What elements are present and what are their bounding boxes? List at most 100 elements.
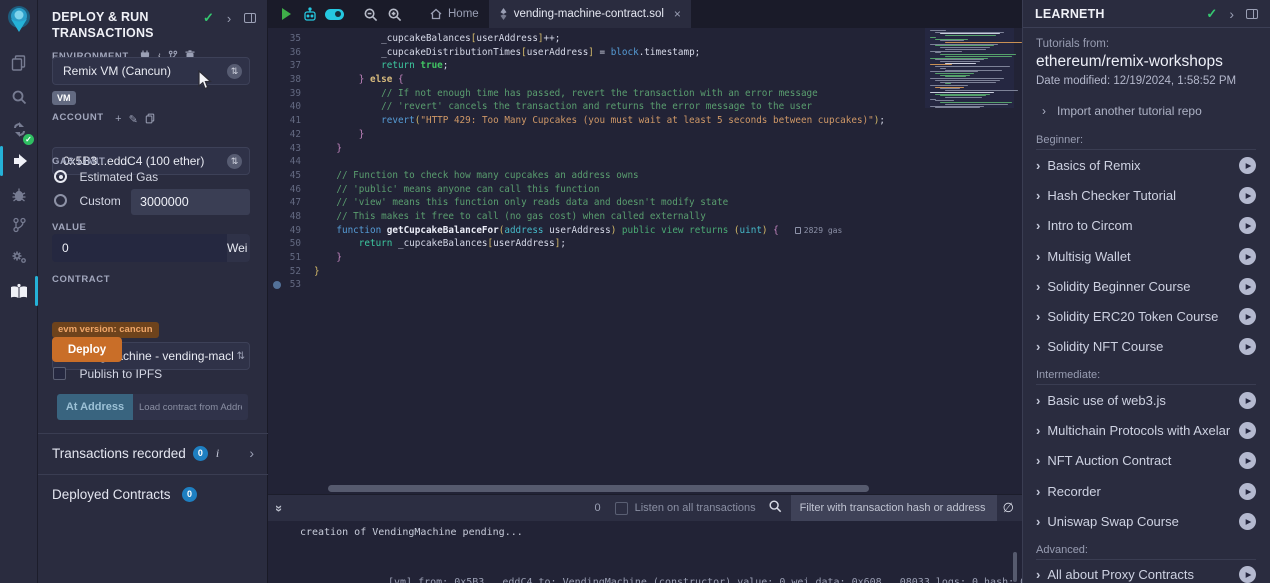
search-icon[interactable] [0, 80, 38, 114]
horizontal-scrollbar[interactable] [328, 485, 869, 492]
play-tutorial-button[interactable]: ▶ [1239, 157, 1256, 174]
panel-expand-icon[interactable]: › [227, 11, 231, 26]
play-tutorial-button[interactable]: ▶ [1239, 308, 1256, 325]
play-tutorial-button[interactable]: ▶ [1239, 217, 1256, 234]
tutorial-item[interactable]: ›Hash Checker Tutorial▶ [1036, 180, 1256, 210]
ai-copilot-icon[interactable] [298, 0, 322, 28]
panel-layout-icon[interactable] [244, 13, 256, 23]
code-line[interactable]: 44 [268, 155, 1022, 169]
tutorial-item[interactable]: ›Basics of Remix▶ [1036, 150, 1256, 180]
debugger-icon[interactable] [0, 178, 38, 212]
line-number[interactable]: 39 [268, 87, 314, 101]
code-line[interactable]: 46 // 'public' means anyone can call thi… [268, 183, 1022, 197]
tutorial-item[interactable]: ›Intro to Circom▶ [1036, 211, 1256, 241]
line-number[interactable]: 52 [268, 265, 314, 279]
line-number[interactable]: 44 [268, 155, 314, 169]
line-number[interactable]: 36 [268, 46, 314, 60]
copy-account-icon[interactable] [145, 113, 155, 124]
transactions-recorded-row[interactable]: Transactions recorded 0 i › [52, 445, 254, 461]
zoom-in-icon[interactable] [382, 0, 406, 28]
tutorial-item[interactable]: ›Recorder▶ [1036, 476, 1256, 506]
line-number[interactable]: 50 [268, 237, 314, 251]
zoom-out-icon[interactable] [358, 0, 382, 28]
play-tutorial-button[interactable]: ▶ [1239, 566, 1256, 583]
line-number[interactable]: 35 [268, 32, 314, 46]
editor-minimap[interactable] [925, 28, 1014, 108]
transactions-expand-icon[interactable]: › [249, 445, 254, 461]
solidity-compiler-icon[interactable]: ✓ [0, 112, 38, 146]
code-line[interactable]: 48 // This makes it free to call (no gas… [268, 210, 1022, 224]
line-number[interactable]: 49 [268, 224, 314, 238]
file-explorer-icon[interactable] [0, 46, 38, 80]
clear-console-icon[interactable]: ∅ [1003, 500, 1014, 516]
line-number[interactable]: 48 [268, 210, 314, 224]
custom-gas-input[interactable] [131, 189, 250, 215]
code-line[interactable]: 36 _cupcakeDistributionTimes[userAddress… [268, 46, 1022, 60]
play-tutorial-button[interactable]: ▶ [1239, 187, 1256, 204]
line-number[interactable]: 46 [268, 183, 314, 197]
tutorial-item[interactable]: ›Solidity NFT Course▶ [1036, 332, 1256, 362]
play-tutorial-button[interactable]: ▶ [1239, 452, 1256, 469]
copilot-toggle[interactable] [322, 0, 346, 28]
line-number[interactable]: 37 [268, 59, 314, 73]
value-unit-select[interactable]: Wei ⇅ [227, 234, 250, 262]
import-tutorial-row[interactable]: › Import another tutorial repo [1042, 104, 1256, 118]
environment-select[interactable]: Remix VM (Cancun) ⇅ [52, 57, 250, 85]
at-address-button[interactable]: At Address [57, 394, 133, 420]
remix-logo[interactable] [0, 2, 38, 38]
play-tutorial-button[interactable]: ▶ [1239, 278, 1256, 295]
code-line[interactable]: 37 return true; [268, 59, 1022, 73]
deploy-button[interactable]: Deploy [52, 337, 122, 362]
estimated-gas-radio[interactable] [54, 170, 67, 183]
line-number[interactable]: 43 [268, 142, 314, 156]
git-icon[interactable] [0, 208, 38, 242]
code-line[interactable]: 35 _cupcakeBalances[userAddress]++; [268, 32, 1022, 46]
settings-icon[interactable] [0, 240, 38, 274]
code-line[interactable]: 41 revert("HTTP 429: Too Many Cupcakes (… [268, 114, 1022, 128]
environment-stepper-icon[interactable]: ⇅ [227, 64, 242, 79]
code-line[interactable]: 45 // Function to check how many cupcake… [268, 169, 1022, 183]
play-tutorial-button[interactable]: ▶ [1239, 392, 1256, 409]
code-line[interactable]: 42 } [268, 128, 1022, 142]
code-editor[interactable]: 35 _cupcakeBalances[userAddress]++;36 _c… [268, 28, 1022, 510]
listen-all-checkbox[interactable] [615, 502, 628, 515]
line-number[interactable]: 41 [268, 114, 314, 128]
line-number[interactable]: 45 [268, 169, 314, 183]
code-line[interactable]: 39 // If not enough time has passed, rev… [268, 87, 1022, 101]
code-line[interactable]: 53 [268, 278, 1022, 292]
play-tutorial-button[interactable]: ▶ [1239, 483, 1256, 500]
run-script-icon[interactable] [274, 0, 298, 28]
close-tab-icon[interactable]: × [674, 7, 681, 21]
play-tutorial-button[interactable]: ▶ [1239, 513, 1256, 530]
tutorial-item[interactable]: ›Uniswap Swap Course▶ [1036, 506, 1256, 536]
tutorial-item[interactable]: ›Multisig Wallet▶ [1036, 241, 1256, 271]
code-lines[interactable]: 35 _cupcakeBalances[userAddress]++;36 _c… [268, 32, 1022, 292]
line-number[interactable]: 42 [268, 128, 314, 142]
code-line[interactable]: 38 } else { [268, 73, 1022, 87]
code-line[interactable]: 49 function getCupcakeBalanceFor(address… [268, 224, 1022, 238]
tutorial-item[interactable]: ›Basic use of web3.js▶ [1036, 385, 1256, 415]
tutorial-item[interactable]: ›Solidity Beginner Course▶ [1036, 271, 1256, 301]
learneth-layout-icon[interactable] [1246, 9, 1258, 19]
play-tutorial-button[interactable]: ▶ [1239, 248, 1256, 265]
transactions-info-icon[interactable]: i [216, 446, 219, 461]
terminal-scrollbar[interactable] [1013, 552, 1017, 582]
terminal-transaction-line[interactable]: [vm] from: 0x5B3...eddC4 to: VendingMach… [388, 574, 1022, 583]
line-number[interactable]: 51 [268, 251, 314, 265]
tutorial-item[interactable]: ›Multichain Protocols with Axelar▶ [1036, 415, 1256, 445]
line-number[interactable]: 47 [268, 196, 314, 210]
learneth-expand-icon[interactable]: › [1229, 6, 1234, 22]
account-stepper-icon[interactable]: ⇅ [227, 154, 242, 169]
at-address-input[interactable] [133, 394, 248, 420]
add-account-icon[interactable]: + [115, 113, 121, 126]
code-line[interactable]: 52} [268, 265, 1022, 279]
code-line[interactable]: 40 // 'revert' cancels the transaction a… [268, 100, 1022, 114]
edit-account-icon[interactable]: ✎ [129, 113, 138, 126]
learneth-icon[interactable] [0, 272, 38, 310]
terminal-output[interactable]: creation of VendingMachine pending... [v… [268, 521, 1022, 583]
code-line[interactable]: 47 // 'view' means this function only re… [268, 196, 1022, 210]
line-number[interactable]: 40 [268, 100, 314, 114]
terminal-collapse-icon[interactable]: » [272, 504, 287, 511]
tab-contract-file[interactable]: vending-machine-contract.sol × [489, 0, 691, 28]
transaction-filter-input[interactable] [791, 495, 997, 522]
